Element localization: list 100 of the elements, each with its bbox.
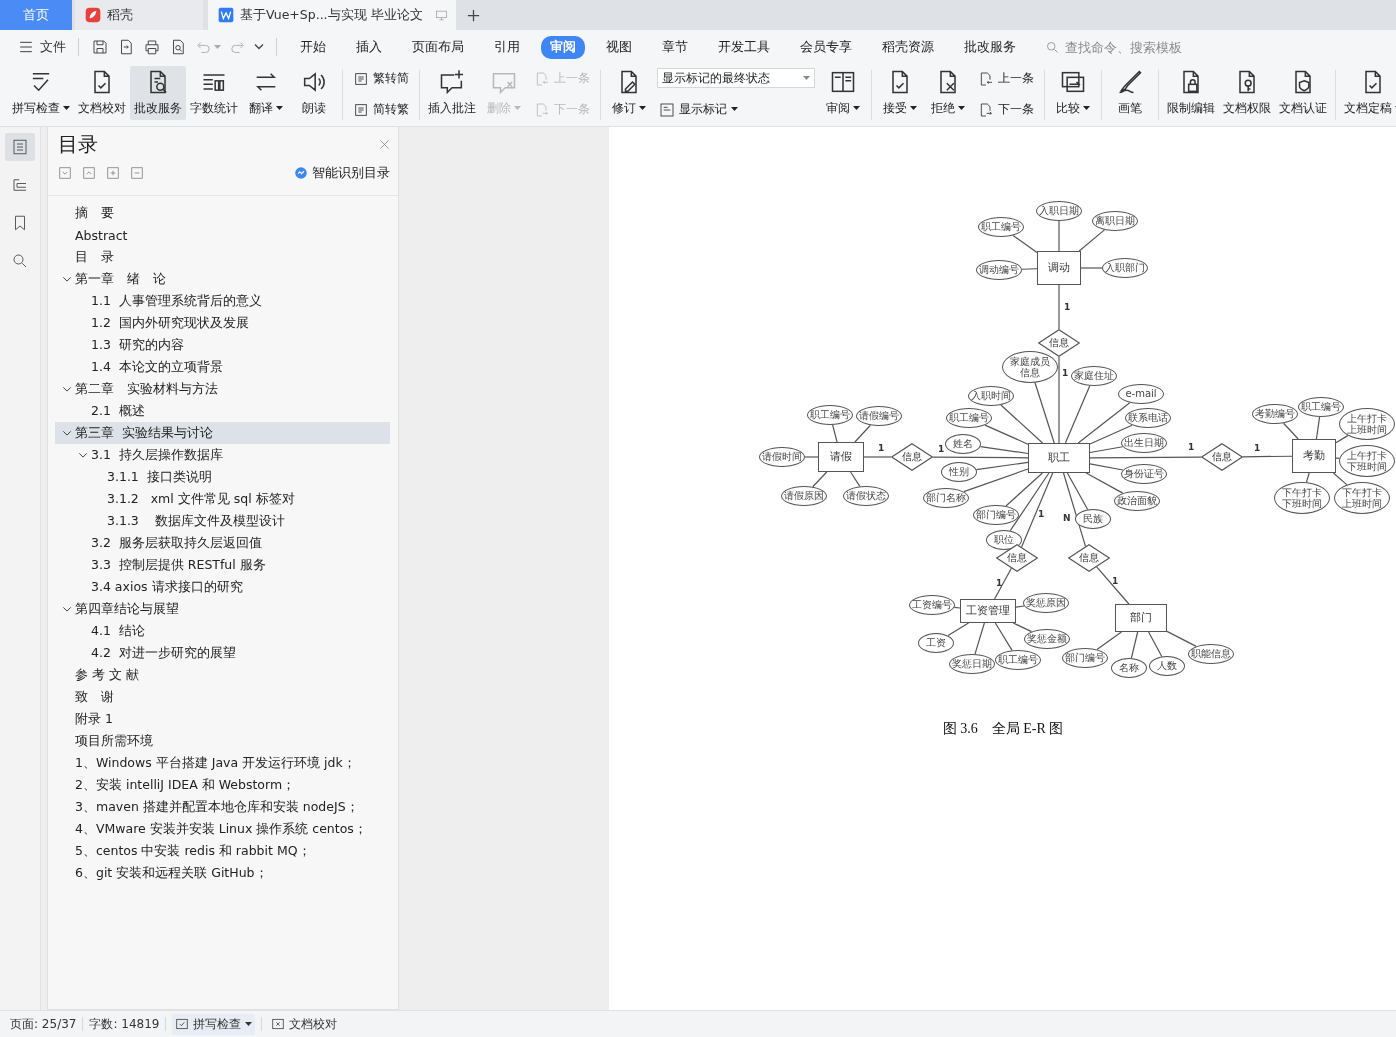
ribbon-button[interactable]: 文档认证 [1275,66,1331,120]
attribute-ellipse: 入职日期 [1036,201,1082,221]
toc-item[interactable]: 3、maven 搭建并配置本地仓库和安装 nodeJS； [55,796,390,818]
attribute-ellipse: 奖惩日期 [949,654,995,674]
toc-item[interactable]: 第一章 绪 论 [55,268,390,290]
attribute-ellipse: 职能信息 [1188,644,1234,664]
toc-item[interactable]: 第四章结论与展望 [55,598,390,620]
toc-item[interactable]: 1.4 本论文的立项背景 [55,356,390,378]
attribute-ellipse: 联系电话 [1125,408,1171,428]
ribbon-button[interactable]: 修订 [605,66,653,120]
attribute-ellipse: 职工编号 [946,408,992,428]
attribute-ellipse: 工资编号 [909,595,955,615]
ribbon-button[interactable]: 文档定稿 [1340,66,1396,120]
toc-item[interactable]: 第二章 实验材料与方法 [55,378,390,400]
ribbon-button[interactable]: 繁转简 [351,68,411,89]
toc-item[interactable]: 致 谢 [55,686,390,708]
ribbon-tab[interactable]: 开始 [291,35,335,59]
ribbon-tab[interactable]: 审阅 [541,35,585,59]
word-count[interactable]: 字数: 14819 [89,1015,160,1033]
ribbon-tab[interactable]: 开发工具 [709,35,779,59]
proofread-button[interactable]: 文档校对 [268,1013,341,1035]
ribbon-tab[interactable]: 会员专享 [791,35,861,59]
toc-item[interactable]: 3.2 服务层获取持久层返回值 [55,532,390,554]
toc-item[interactable]: 3.4 axios 请求接口的研究 [55,576,390,598]
ribbon-button[interactable]: 拼写检查 [8,66,74,120]
toc-item[interactable]: 附录 1 [55,708,390,730]
toc-item[interactable]: 项目所需环境 [55,730,390,752]
toc-item[interactable]: 2.1 概述 [55,400,390,422]
cardinality-label: 1 [938,445,945,454]
attribute-ellipse: 奖惩金额 [1024,629,1070,649]
attribute-ellipse: 民族 [1075,509,1111,529]
ribbon-button[interactable]: 批改服务 [130,66,186,120]
ribbon-button[interactable]: 字数统计 [186,66,242,120]
ribbon-button[interactable]: 画笔 [1106,66,1154,120]
toc-item[interactable]: 4.2 对进一步研究的展望 [55,642,390,664]
ribbon-button[interactable]: 文档权限 [1219,66,1275,120]
cardinality-label: 1 [1112,577,1119,586]
toc-item[interactable]: 1、Windows 平台搭建 Java 开发运行环境 jdk； [55,752,390,774]
smart-toc-button[interactable]: 智能识别目录 [288,163,396,183]
spellcheck-button[interactable]: 拼写检查 [172,1013,256,1035]
ribbon-button[interactable]: 上一条 [976,68,1036,89]
toc-item[interactable]: 4.1 结论 [55,620,390,642]
toc-item[interactable]: 5、centos 中安装 redis 和 rabbit MQ； [55,840,390,862]
ribbon-button[interactable]: 插入批注 [424,66,480,120]
cardinality-label: 1 [1188,443,1195,452]
toc-item[interactable]: 摘 要 [55,202,390,224]
toc-item[interactable]: 6、git 安装和远程关联 GitHub； [55,862,390,884]
ribbon-tab[interactable]: 视图 [597,35,641,59]
search-field[interactable]: 查找命令、搜索模板 [1063,38,1217,56]
attribute-ellipse: 家庭成员信息 [1002,351,1058,383]
entity-box: 考勤 [1292,439,1336,473]
markup-dropdown[interactable]: 显示标记的最终状态 [657,68,815,88]
ribbon-button[interactable]: 文档校对 [74,66,130,120]
attribute-ellipse: 性别 [941,462,977,482]
toc-item[interactable]: 1.3 研究的内容 [55,334,390,356]
relationship-diamond: 信息 [1201,443,1243,471]
ribbon-tab[interactable]: 页面布局 [403,35,473,59]
ribbon-button[interactable]: 限制编辑 [1163,66,1219,120]
tab[interactable]: 基于Vue+Sp...与实现 毕业论文 [208,0,456,30]
attribute-ellipse: 职工编号 [995,650,1041,670]
ribbon-button[interactable]: 拒绝 [924,66,972,120]
toc-item[interactable]: 3.1.2 xml 文件常见 sql 标签对 [55,488,390,510]
toc-item[interactable]: 2、安装 intelliJ IDEA 和 Webstorm； [55,774,390,796]
toc-item[interactable]: 参 考 文 献 [55,664,390,686]
page-count[interactable]: 页面: 25/37 [10,1015,77,1033]
ribbon-button[interactable]: 审阅 [819,66,867,120]
ribbon-tab[interactable]: 稻壳资源 [873,35,943,59]
ribbon-button[interactable]: 比较 [1049,66,1097,120]
toc-item[interactable]: 第三章 实验结果与讨论 [55,422,390,444]
ribbon-button[interactable]: 简转繁 [351,99,411,120]
toc-item[interactable]: 4、VMware 安装并安装 Linux 操作系统 centos； [55,818,390,840]
ribbon-button[interactable]: 下一条 [976,99,1036,120]
ribbon-button[interactable]: 翻译 [242,66,290,120]
tab[interactable]: 稻壳 [75,0,203,30]
attribute-ellipse: 政治面貌 [1114,491,1160,511]
ribbon-tab[interactable]: 引用 [485,35,529,59]
ribbon-button[interactable]: 朗读 [290,66,338,120]
ribbon-tab[interactable]: 插入 [347,35,391,59]
toc-item[interactable]: 1.1 人事管理系统背后的意义 [55,290,390,312]
attribute-ellipse: 入职部门 [1102,258,1148,278]
cardinality-label: 1 [1062,369,1069,378]
toc-item[interactable]: 3.1.3 数据库文件及模型设计 [55,510,390,532]
toc-item[interactable]: 目 录 [55,246,390,268]
toc-item[interactable]: Abstract [55,224,390,246]
attribute-ellipse: 调动编号 [976,260,1022,280]
ribbon-tab[interactable]: 批改服务 [955,35,1025,59]
file-menu-button[interactable]: 文件 [14,35,70,59]
attribute-ellipse: 请假原因 [781,486,827,506]
toc-item[interactable]: 1.2 国内外研究现状及发展 [55,312,390,334]
ribbon-button[interactable]: 显示标记 [657,99,815,120]
attribute-ellipse: 家庭住址 [1071,366,1117,386]
toc-item[interactable]: 3.3 控制层提供 RESTful 服务 [55,554,390,576]
cardinality-label: N [1063,514,1071,523]
toc-item[interactable]: 3.1 持久层操作数据库 [55,444,390,466]
attribute-ellipse: 下午打卡上班时间 [1334,482,1390,514]
ribbon-button[interactable]: 接受 [876,66,924,120]
entity-box: 调动 [1037,251,1081,285]
ribbon-tab[interactable]: 章节 [653,35,697,59]
toc-item[interactable]: 3.1.1 接口类说明 [55,466,390,488]
cardinality-label: 1 [996,579,1003,588]
